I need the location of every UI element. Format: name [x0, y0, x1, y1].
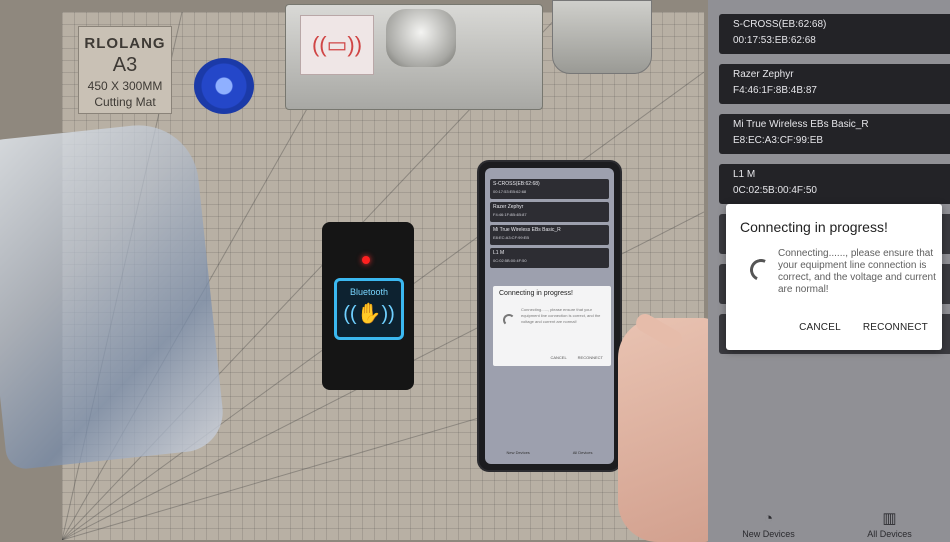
photo-phone-screen: S-CROSS(EB:62:68) 00:17:53:EB:62:68 Raze… — [485, 168, 614, 464]
reader-label: Bluetooth — [349, 287, 389, 297]
photo-phone: S-CROSS(EB:62:68) 00:17:53:EB:62:68 Raze… — [477, 160, 622, 472]
device-item[interactable]: Razer Zephyr F4:46:1F:8B:4B:87 — [719, 64, 950, 104]
nav-all-devices-label: All Devices — [867, 529, 912, 539]
lock-knob — [386, 9, 456, 67]
photo-phone-status-bar — [485, 168, 614, 176]
photo-nav-new: New Devices — [506, 449, 530, 455]
device-name: Razer Zephyr — [733, 69, 794, 80]
nav-new-devices[interactable]: ◔ New Devices — [714, 509, 824, 539]
photo-device-name: Mi True Wireless EBs Basic_R — [493, 227, 561, 233]
photo-device-name: Razer Zephyr — [493, 204, 524, 210]
photo-dialog-message: Connecting......, please ensure that you… — [521, 307, 601, 324]
reader-window: Bluetooth ((✋)) — [334, 278, 404, 340]
device-mac: F4:46:1F:8B:4B:87 — [733, 85, 817, 96]
mat-brand: RLOLANG — [84, 35, 166, 52]
photo-device-mac: F4:46:1F:8B:4B:87 — [493, 212, 527, 217]
camera-photo: RLOLANG A3 450 X 300MM Cutting Mat ((▭))… — [0, 0, 708, 542]
bottom-nav: ◔ New Devices ▥ All Devices — [708, 498, 950, 542]
photo-nav-all: All Devices — [572, 449, 593, 455]
photo-device-item: Mi True Wireless EBs Basic_R E8:EC:A3:CF… — [490, 225, 609, 245]
lock-housing — [552, 0, 652, 74]
photo-dialog: Connecting in progress! Connecting......… — [493, 286, 611, 366]
mat-label: RLOLANG A3 450 X 300MM Cutting Mat — [78, 26, 172, 114]
connecting-dialog: Connecting in progress! Connecting......… — [726, 204, 942, 350]
device-mac: 0C:02:5B:00:4F:50 — [733, 185, 817, 196]
photo-reconnect-label: RECONNECT — [577, 355, 603, 360]
device-item[interactable]: S-CROSS(EB:62:68) 00:17:53:EB:62:68 — [719, 14, 950, 54]
photo-device-mac: 0C:02:5B:00:4F:50 — [493, 258, 527, 263]
photo-device-mac: 00:17:53:EB:62:68 — [493, 189, 527, 194]
photo-cancel-label: CANCEL — [550, 355, 567, 360]
rfid-reader: Bluetooth ((✋)) — [322, 222, 414, 390]
nav-new-devices-label: New Devices — [742, 529, 795, 539]
reconnect-button[interactable]: RECONNECT — [863, 322, 928, 333]
card-tap-icon: ((✋)) — [343, 303, 395, 325]
device-mac: 00:17:53:EB:62:68 — [733, 35, 816, 46]
nfc-icon: ((▭)) — [300, 15, 374, 75]
photo-device-name: S-CROSS(EB:62:68) — [493, 181, 540, 187]
bluetooth-scan-icon: ◔ — [763, 510, 774, 527]
mat-size: A3 — [112, 54, 138, 76]
mat-dimensions: 450 X 300MM — [87, 79, 163, 93]
photo-device-item: S-CROSS(EB:62:68) 00:17:53:EB:62:68 — [490, 179, 609, 199]
electric-lock: ((▭)) — [285, 4, 543, 110]
device-mac: E8:EC:A3:CF:99:EB — [733, 135, 824, 146]
nav-all-devices[interactable]: ▥ All Devices — [835, 509, 945, 539]
photo-device-mac: E8:EC:A3:CF:99:EB — [493, 235, 530, 240]
hand — [618, 318, 708, 542]
device-name: L1 M — [733, 169, 756, 180]
device-name: S-CROSS(EB:62:68) — [733, 19, 827, 30]
photo-bottom-nav: New Devices All Devices — [485, 440, 614, 464]
device-item[interactable]: Mi True Wireless EBs Basic_R E8:EC:A3:CF… — [719, 114, 950, 154]
dialog-message: Connecting......, please ensure that you… — [778, 248, 936, 295]
photo-spinner-icon — [503, 314, 515, 326]
device-item[interactable]: L1 M 0C:02:5B:00:4F:50 — [719, 164, 950, 204]
mat-name: Cutting Mat — [94, 95, 156, 109]
dialog-title: Connecting in progress! — [740, 219, 888, 235]
photo-dialog-actions: CANCEL RECONNECT — [540, 355, 603, 360]
photo-device-item: L1 M 0C:02:5B:00:4F:50 — [490, 248, 609, 268]
dialog-actions: CANCEL RECONNECT — [799, 322, 928, 333]
plastic-bag — [0, 119, 227, 471]
phone-app-screen: S-CROSS(EB:62:68) 00:17:53:EB:62:68 Raze… — [708, 0, 950, 542]
loading-spinner-icon — [746, 255, 776, 285]
rfid-keyfob — [194, 58, 254, 114]
photo-device-item: Razer Zephyr F4:46:1F:8B:4B:87 — [490, 202, 609, 222]
device-name: Mi True Wireless EBs Basic_R — [733, 119, 869, 130]
cancel-button[interactable]: CANCEL — [799, 322, 841, 333]
status-led — [362, 256, 370, 264]
photo-dialog-title: Connecting in progress! — [499, 290, 573, 297]
photo-device-name: L1 M — [493, 250, 505, 256]
device-list-icon: ▥ — [882, 510, 897, 527]
